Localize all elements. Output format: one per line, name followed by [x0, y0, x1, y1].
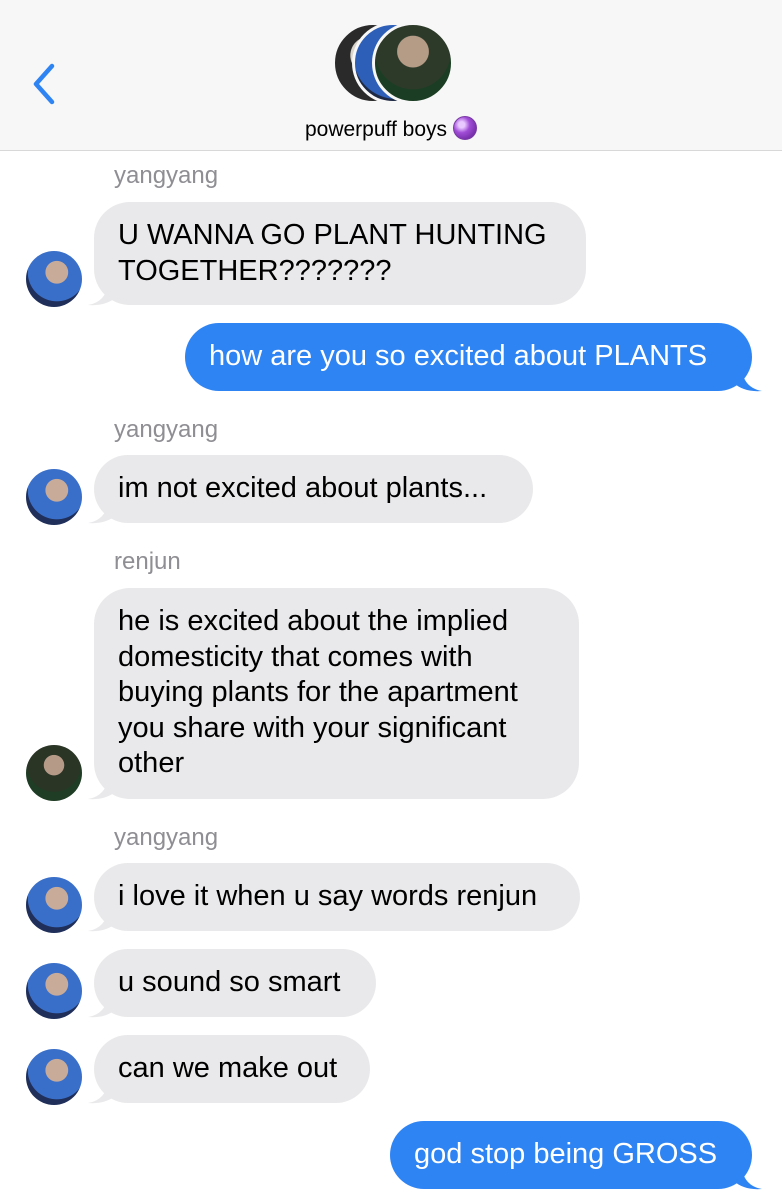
message-bubble[interactable]: god stop being GROSS — [390, 1121, 752, 1189]
bubble-tail — [734, 1165, 762, 1190]
sender-name: yangyang — [114, 824, 219, 851]
sender-name: yangyang — [114, 416, 219, 443]
bubble-tail — [88, 1079, 116, 1104]
message-bubble[interactable]: im not excited about plants... — [94, 455, 533, 523]
sender-name: renjun — [114, 548, 181, 575]
conversation-header: powerpuff boys — [0, 0, 782, 151]
avatar[interactable] — [26, 877, 82, 933]
bubble-tail — [88, 281, 116, 306]
avatar[interactable] — [26, 251, 82, 307]
crystal-ball-icon — [453, 116, 478, 140]
message-bubble[interactable]: he is excited about the implied domestic… — [94, 588, 579, 799]
avatar[interactable] — [26, 469, 82, 525]
group-name-label: powerpuff boys — [304, 118, 448, 141]
message-text: im not excited about plants... — [118, 472, 488, 504]
message-text: i love it when u say words renjun — [118, 880, 538, 912]
message-text: u sound so smart — [118, 966, 341, 998]
message-text: god stop being GROSS — [414, 1138, 718, 1170]
message-bubble[interactable]: can we make out — [94, 1035, 370, 1103]
message-bubble[interactable]: i love it when u say words renjun — [94, 863, 580, 931]
message-text: how are you so excited about PLANTS — [209, 340, 708, 372]
avatar[interactable] — [26, 963, 82, 1019]
message-bubble[interactable]: U WANNA GO PLANT HUNTING TOGETHER??????? — [94, 202, 586, 305]
chevron-left-icon[interactable] — [28, 60, 64, 108]
bubble-tail — [88, 775, 116, 800]
avatar — [372, 22, 454, 104]
bubble-tail — [88, 907, 116, 932]
avatar[interactable] — [26, 745, 82, 801]
message-text: can we make out — [118, 1052, 338, 1084]
group-avatar-stack[interactable] — [330, 22, 454, 104]
message-bubble[interactable]: u sound so smart — [94, 949, 376, 1017]
message-bubble[interactable]: how are you so excited about PLANTS — [185, 323, 752, 391]
sender-name: yangyang — [114, 162, 219, 189]
avatar[interactable] — [26, 1049, 82, 1105]
group-name[interactable]: powerpuff boys — [0, 116, 782, 142]
bubble-tail — [88, 993, 116, 1018]
message-text: U WANNA GO PLANT HUNTING TOGETHER??????? — [118, 219, 547, 287]
bubble-tail — [734, 367, 762, 392]
bubble-tail — [88, 499, 116, 524]
message-text: he is excited about the implied domestic… — [118, 605, 518, 779]
